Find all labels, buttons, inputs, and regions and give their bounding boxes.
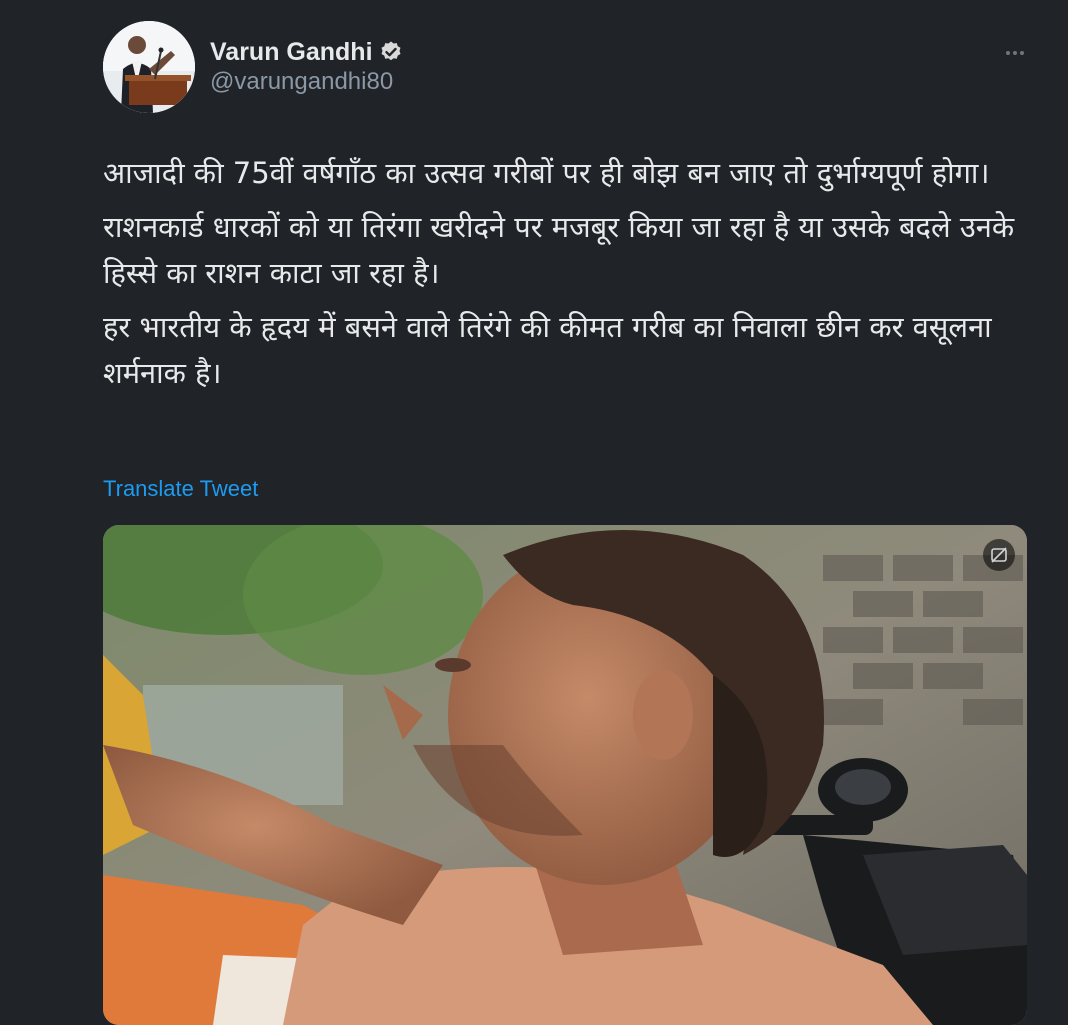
- verified-badge-icon: [381, 41, 401, 61]
- tweet-paragraph: आजादी की 75वीं वर्षगाँठ का उत्सव गरीबों …: [103, 156, 990, 190]
- tweet-paragraph: राशनकार्ड धारकों को या तिरंगा खरीदने पर …: [103, 210, 1024, 290]
- tweet-text: आजादी की 75वीं वर्षगाँठ का उत्सव गरीबों …: [103, 150, 1023, 404]
- author-name-row[interactable]: Varun Gandhi: [210, 36, 403, 68]
- tweet-paragraph: हर भारतीय के हृदय में बसने वाले तिरंगे क…: [103, 310, 1001, 390]
- more-dot: [1006, 51, 1010, 55]
- tweet-card: Varun Gandhi @varungandhi80 आजादी की 75व…: [0, 0, 1068, 1025]
- avatar-image: [103, 21, 195, 113]
- media-image: [103, 525, 1027, 1025]
- more-dot: [1013, 51, 1017, 55]
- more-options-icon[interactable]: [1002, 40, 1028, 66]
- media-sensitive-icon[interactable]: [983, 539, 1015, 571]
- translate-tweet-link[interactable]: Translate Tweet: [103, 476, 258, 502]
- avatar[interactable]: [103, 21, 195, 113]
- tweet-media[interactable]: [103, 525, 1027, 1025]
- more-dot: [1020, 51, 1024, 55]
- display-name[interactable]: Varun Gandhi: [210, 38, 373, 67]
- media-badge-glyph: [991, 547, 1007, 563]
- author-handle[interactable]: @varungandhi80: [210, 68, 393, 96]
